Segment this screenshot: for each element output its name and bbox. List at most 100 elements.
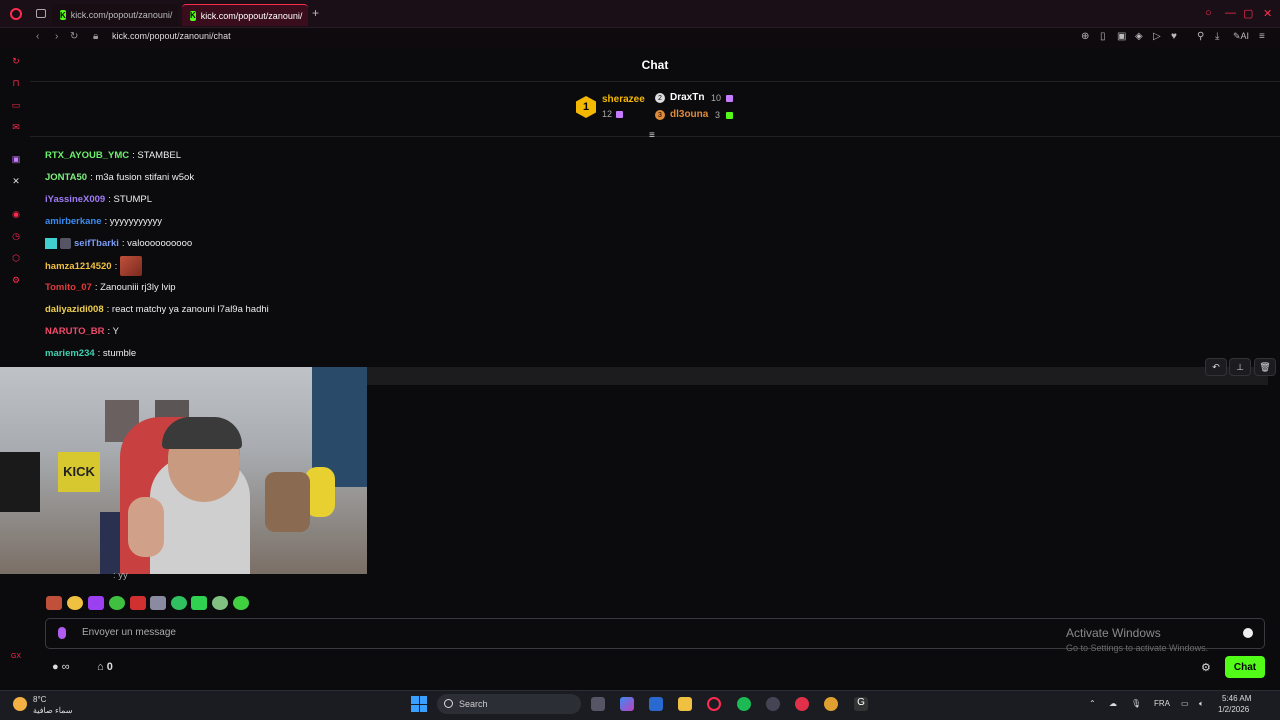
microphone-icon[interactable]	[58, 627, 66, 639]
file-explorer-icon[interactable]	[678, 697, 692, 711]
tab-kick-popout-2[interactable]: K kick.com/popout/zanouni/	[182, 4, 308, 26]
collapse-leaderboard-icon[interactable]: ≡	[649, 130, 655, 141]
sidebar-twitch-icon[interactable]: ▣	[10, 153, 22, 165]
emote-icon[interactable]	[109, 596, 125, 610]
download-icon[interactable]: ⤓	[1215, 31, 1219, 42]
opera-icon[interactable]	[795, 697, 809, 711]
close-icon[interactable]: ✕	[1263, 7, 1272, 20]
sidebar-messenger-icon[interactable]: ▭	[10, 99, 22, 111]
heart-icon[interactable]: ♥	[1171, 31, 1177, 42]
opera-gx-taskbar-icon[interactable]	[707, 697, 721, 711]
rank-3-badge-icon: 3	[655, 110, 665, 120]
sidebar-history-icon[interactable]: ◷	[10, 230, 22, 242]
emote-icon[interactable]	[233, 596, 249, 610]
tray-mic-icon[interactable]: 🎙︎	[1131, 699, 1141, 708]
chat-message: NARUTO_BR: Y	[45, 326, 119, 337]
reload-icon[interactable]: ↻	[70, 31, 78, 42]
chat-username[interactable]: daliyazidi008	[45, 304, 104, 315]
tab-menu-icon[interactable]	[36, 9, 46, 18]
leader-first-count: 12	[602, 109, 613, 119]
weather-moon-icon[interactable]	[13, 697, 27, 711]
clock-date[interactable]: 1/2/2026	[1218, 705, 1249, 714]
forward-icon[interactable]: ›	[55, 31, 58, 42]
emote-icon[interactable]	[46, 596, 62, 610]
chat-username[interactable]: amirberkane	[45, 216, 102, 227]
app-g-icon[interactable]: G	[854, 697, 868, 711]
emote-icon[interactable]	[130, 596, 146, 610]
emote-icon[interactable]	[67, 596, 83, 610]
tray-network-icon[interactable]: ▭	[1181, 699, 1189, 708]
sidebar-refresh-icon[interactable]: ↻	[10, 55, 22, 67]
snapshot-icon[interactable]: ▣	[1117, 31, 1126, 42]
emoji-icon[interactable]	[1243, 628, 1253, 638]
weather-temperature: 8°C	[33, 695, 47, 704]
send-chat-button[interactable]: Chat	[1225, 656, 1265, 678]
chat-username[interactable]: Tomito_07	[45, 282, 92, 293]
store-count: 0	[106, 661, 113, 673]
chat-text: : STUMPL	[108, 194, 153, 205]
tray-overflow-icon[interactable]: ⌃	[1089, 699, 1096, 708]
leader-second-name[interactable]: DraxTn	[670, 92, 704, 103]
chat-message: iYassineX009: STUMPL	[45, 194, 152, 205]
gift-icon	[616, 111, 623, 118]
play-icon[interactable]: ▷	[1153, 31, 1161, 42]
new-tab-button[interactable]: +	[312, 6, 319, 20]
chat-settings-icon[interactable]: ⚙	[1201, 661, 1211, 674]
pin-tool-icon[interactable]: ⊥	[1229, 358, 1251, 376]
chat-username[interactable]: NARUTO_BR	[45, 326, 104, 337]
steam-icon[interactable]	[766, 697, 780, 711]
copilot-icon[interactable]	[620, 697, 634, 711]
tray-volume-icon[interactable]: 🔈︎	[1199, 699, 1204, 709]
sidebar-x-icon[interactable]: ✕	[10, 175, 22, 187]
chrome-icon[interactable]	[824, 697, 838, 711]
ai-icon[interactable]: ✎AI	[1233, 31, 1249, 42]
clock-time[interactable]: 5:46 AM	[1222, 694, 1251, 703]
chat-username[interactable]: mariem234	[45, 348, 95, 359]
sidebar-player-icon[interactable]: ◉	[10, 208, 22, 220]
kick-favicon-icon: K	[60, 10, 66, 20]
menu-icon[interactable]: ≡	[1259, 31, 1265, 42]
chat-username[interactable]: iYassineX009	[45, 194, 105, 205]
emote-icon[interactable]	[191, 596, 207, 610]
windows-start-icon[interactable]	[411, 696, 427, 712]
account-icon[interactable]: ⚲	[1197, 31, 1204, 42]
rank-2-badge-icon: 2	[655, 93, 665, 103]
sidebar-bag-icon[interactable]: ⊓	[10, 77, 22, 89]
chat-username[interactable]: hamza1214520	[45, 261, 112, 272]
store-button[interactable]: ⌂ 0	[97, 661, 113, 673]
emote-icon[interactable]	[171, 596, 187, 610]
task-view-icon[interactable]	[591, 697, 605, 711]
tab-kick-popout-1[interactable]: K kick.com/popout/zanouni/	[52, 4, 178, 26]
emote-icon[interactable]	[150, 596, 166, 610]
search-tabs-icon[interactable]: ○	[1205, 7, 1212, 19]
pin-icon[interactable]: ▯	[1100, 31, 1106, 42]
webcam-shelf	[0, 452, 40, 512]
back-icon[interactable]: ‹	[36, 31, 39, 42]
emote-icon[interactable]	[88, 596, 104, 610]
channel-points[interactable]: ● ∞	[52, 661, 70, 673]
points-value: ∞	[61, 661, 70, 673]
opera-logo-icon[interactable]	[10, 8, 22, 20]
tray-onedrive-icon[interactable]: ☁	[1109, 699, 1117, 708]
leader-third-name[interactable]: dl3ouna	[670, 109, 708, 120]
undo-icon[interactable]: ↶	[1205, 358, 1227, 376]
sidebar-mail-icon[interactable]: ✉	[10, 121, 22, 133]
minimize-icon[interactable]: —	[1225, 7, 1236, 19]
chat-username[interactable]: seifTbarki	[74, 238, 119, 249]
delete-icon[interactable]: 🗑︎	[1254, 358, 1276, 376]
store-app-icon[interactable]	[649, 697, 663, 711]
emote-icon[interactable]	[212, 596, 228, 610]
spotify-icon[interactable]	[737, 697, 751, 711]
sidebar-extensions-icon[interactable]: ⬡	[10, 252, 22, 264]
chat-message-partial: : yy	[45, 570, 128, 581]
chat-username[interactable]: RTX_AYOUB_YMC	[45, 150, 129, 161]
shield-icon[interactable]: ◈	[1135, 31, 1143, 42]
sidebar-gx-icon[interactable]: GX	[10, 650, 22, 662]
zoom-icon[interactable]: ⊕	[1081, 31, 1089, 42]
url-field[interactable]: kick.com/popout/zanouni/chat	[112, 31, 231, 41]
chat-username[interactable]: JONTA50	[45, 172, 87, 183]
language-indicator[interactable]: FRA	[1154, 699, 1170, 708]
sidebar-settings-icon[interactable]: ⚙	[10, 274, 22, 286]
leader-first-name[interactable]: sherazee	[602, 94, 645, 105]
maximize-icon[interactable]: ▢	[1243, 7, 1253, 20]
